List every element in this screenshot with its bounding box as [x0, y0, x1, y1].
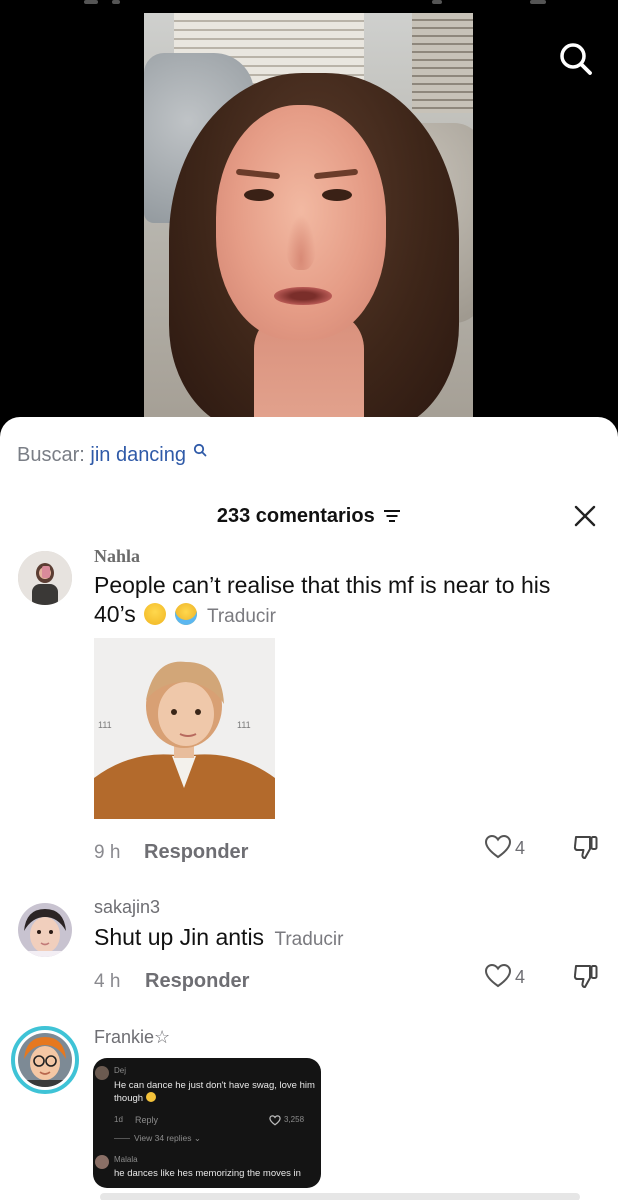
- video-frame: [144, 13, 473, 423]
- search-term-link[interactable]: jin dancing: [90, 444, 186, 466]
- avatar[interactable]: [11, 1026, 79, 1094]
- eye: [244, 189, 274, 201]
- status-bar-fragment: [84, 0, 98, 4]
- comment-time: 9 h: [94, 842, 121, 863]
- mouth: [274, 287, 332, 305]
- comment-count-header: 233 comentarios: [0, 501, 618, 531]
- comment-image-attachment[interactable]: 111 111: [94, 638, 275, 819]
- home-indicator: [100, 1193, 580, 1200]
- screenshot-comment: he dances like hes memorizing the moves …: [114, 1168, 301, 1179]
- search-prefix-label: Buscar:: [17, 444, 85, 466]
- comment-screenshot-attachment[interactable]: Dej He can dance he just don't have swag…: [93, 1058, 321, 1188]
- translate-link[interactable]: Traducir: [207, 606, 276, 627]
- avatar[interactable]: [18, 903, 72, 957]
- view-replies-label: View 34 replies ⌄: [134, 1133, 201, 1143]
- filter-lines-icon[interactable]: [383, 508, 401, 524]
- like-count: 4: [515, 967, 526, 987]
- screenshot-likes: 3,258: [284, 1115, 305, 1124]
- eye: [322, 189, 352, 201]
- search-icon: [193, 443, 206, 457]
- avatar: [95, 1155, 109, 1169]
- search-icon[interactable]: [557, 40, 595, 78]
- screenshot-username: Dej: [114, 1066, 127, 1075]
- screenshot-reply: Reply: [135, 1115, 159, 1125]
- avatar[interactable]: [18, 551, 72, 605]
- avatar-image: [18, 1033, 72, 1087]
- heart-icon[interactable]: [484, 834, 512, 860]
- comment-username[interactable]: Frankie☆: [94, 1027, 170, 1048]
- chevron-down-icon: ⌄: [191, 1133, 201, 1143]
- attached-photo: 111 111: [94, 638, 275, 819]
- close-icon[interactable]: [572, 503, 598, 529]
- avatar: [95, 1066, 109, 1080]
- avatar-image: [18, 551, 72, 605]
- screenshot-comment: He can dance he just don't have swag, lo…: [114, 1080, 315, 1104]
- translate-link[interactable]: Traducir: [274, 929, 343, 950]
- comment-count: 233 comentarios: [216, 505, 375, 527]
- background-blinds: [412, 13, 473, 113]
- divider: [114, 1138, 130, 1139]
- crying-face-icon: [174, 603, 197, 625]
- comment-username[interactable]: Nahla: [94, 546, 140, 567]
- brow: [235, 168, 281, 180]
- screenshot-username: Malala: [114, 1155, 138, 1164]
- status-bar-fragment: [112, 0, 120, 4]
- watermark: 111: [98, 720, 112, 730]
- avatar-image: [18, 903, 72, 957]
- comment-username[interactable]: sakajin3: [94, 897, 160, 918]
- reply-button[interactable]: Responder: [144, 841, 248, 864]
- comments-sheet: Buscar: jin dancing 233 comentarios Nahl…: [0, 417, 618, 1200]
- related-search-link[interactable]: Buscar: jin dancing: [17, 442, 207, 468]
- dislike-icon[interactable]: [572, 833, 600, 861]
- screenshot-age: 1d: [114, 1115, 123, 1124]
- heart-icon: [269, 1115, 281, 1126]
- heart-icon[interactable]: [484, 963, 512, 989]
- watermark: 111: [237, 720, 251, 730]
- laughing-face-icon: [144, 603, 167, 625]
- reply-button[interactable]: Responder: [145, 970, 249, 993]
- person-face: [216, 105, 386, 340]
- status-bar-fragment: [432, 0, 442, 4]
- comment-body: Shut up Jin antis: [94, 924, 265, 950]
- dislike-icon[interactable]: [572, 962, 600, 990]
- screenshot-text: He can dance he just don't have swag, lo…: [114, 1079, 319, 1105]
- nose: [286, 215, 316, 270]
- status-bar-fragment: [530, 0, 546, 4]
- brow: [313, 168, 359, 180]
- like-count: 4: [515, 838, 526, 858]
- comment-text: Shut up Jin antis Traducir: [94, 923, 594, 954]
- video-player[interactable]: [0, 0, 618, 430]
- comment-text: People can’t realise that this mf is nea…: [94, 571, 594, 631]
- emoji-icon: [145, 1092, 156, 1102]
- comment-time: 4 h: [94, 971, 121, 992]
